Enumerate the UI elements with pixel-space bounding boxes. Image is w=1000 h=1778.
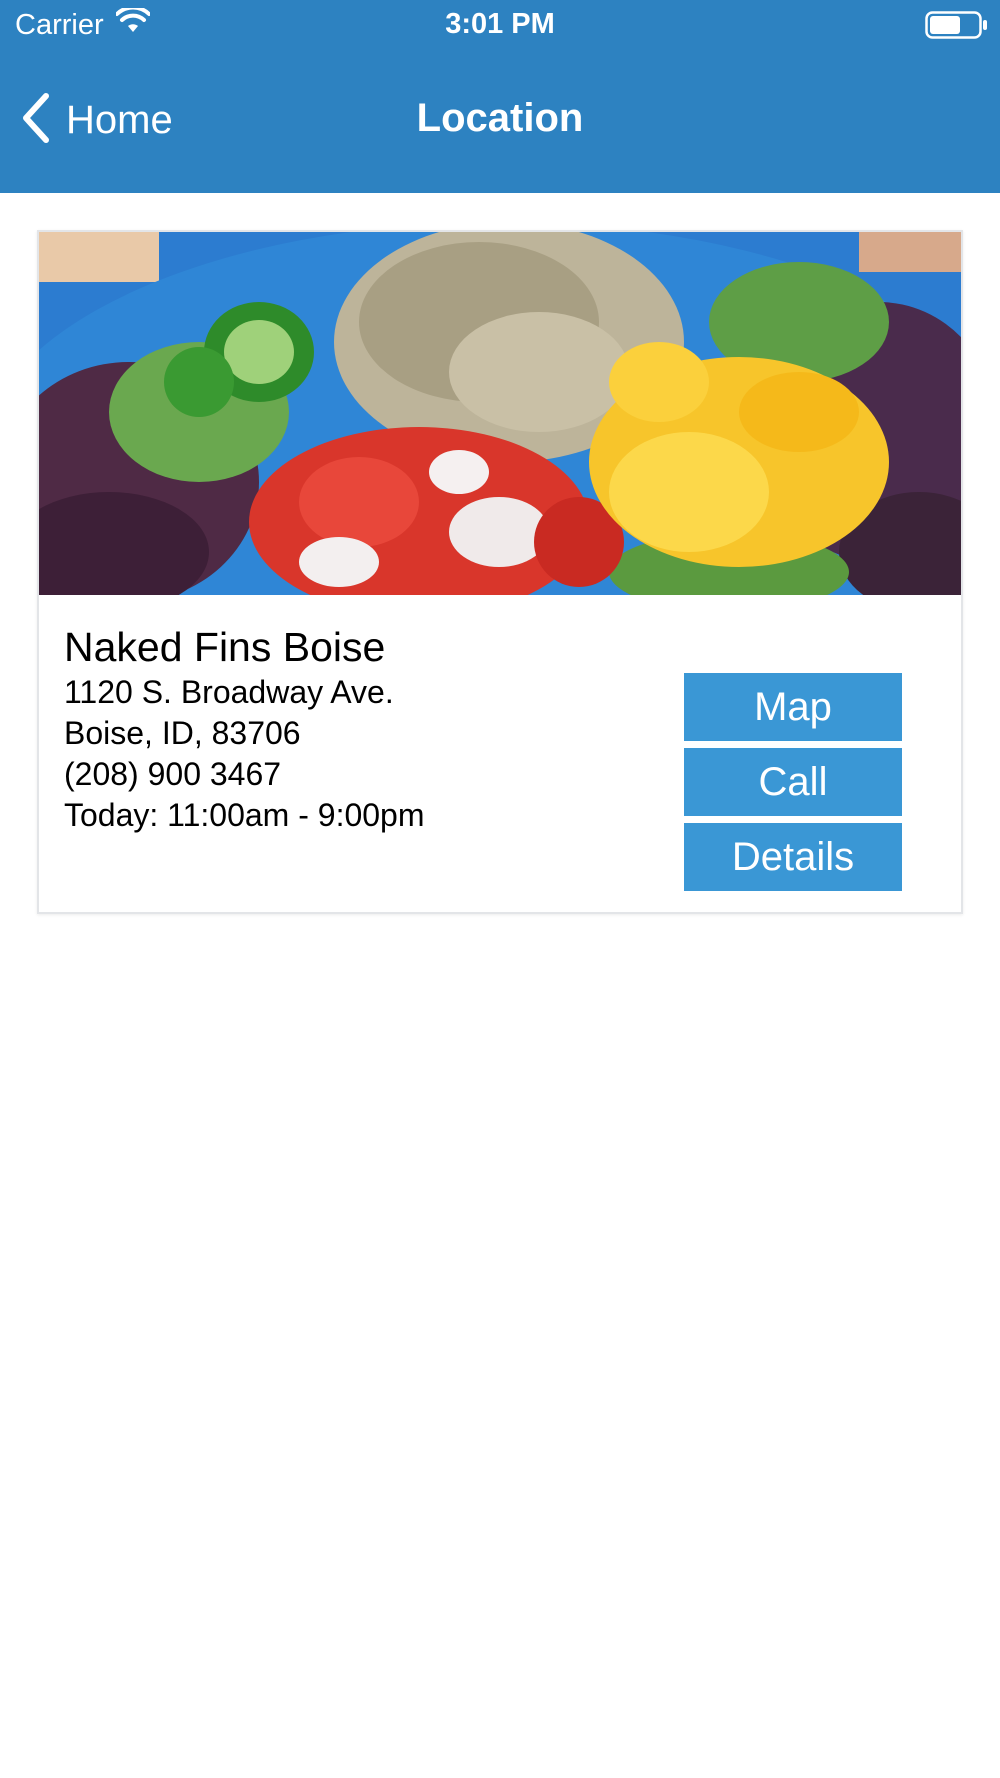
battery-icon bbox=[925, 11, 989, 44]
phone-number: (208) 900 3467 bbox=[64, 756, 282, 792]
status-time: 3:01 PM bbox=[445, 8, 555, 40]
app-header: Carrier 3:01 PM Home Location bbox=[0, 0, 1000, 193]
address-line-2: Boise, ID, 83706 bbox=[64, 715, 301, 751]
food-photo bbox=[39, 232, 961, 595]
page-title: Location bbox=[416, 96, 584, 140]
status-bar: Carrier 3:01 PM bbox=[0, 0, 1000, 50]
details-button[interactable]: Details bbox=[684, 823, 902, 891]
navigation-bar: Home Location bbox=[0, 78, 1000, 164]
map-button[interactable]: Map bbox=[684, 673, 902, 741]
location-card: Naked Fins Boise 1120 S. Broadway Ave. B… bbox=[37, 230, 963, 914]
call-button[interactable]: Call bbox=[684, 748, 902, 816]
location-name: Naked Fins Boise bbox=[64, 624, 386, 670]
address-line-1: 1120 S. Broadway Ave. bbox=[64, 674, 394, 710]
location-info: Naked Fins Boise 1120 S. Broadway Ave. B… bbox=[64, 622, 425, 836]
hours-today: Today: 11:00am - 9:00pm bbox=[64, 797, 425, 833]
